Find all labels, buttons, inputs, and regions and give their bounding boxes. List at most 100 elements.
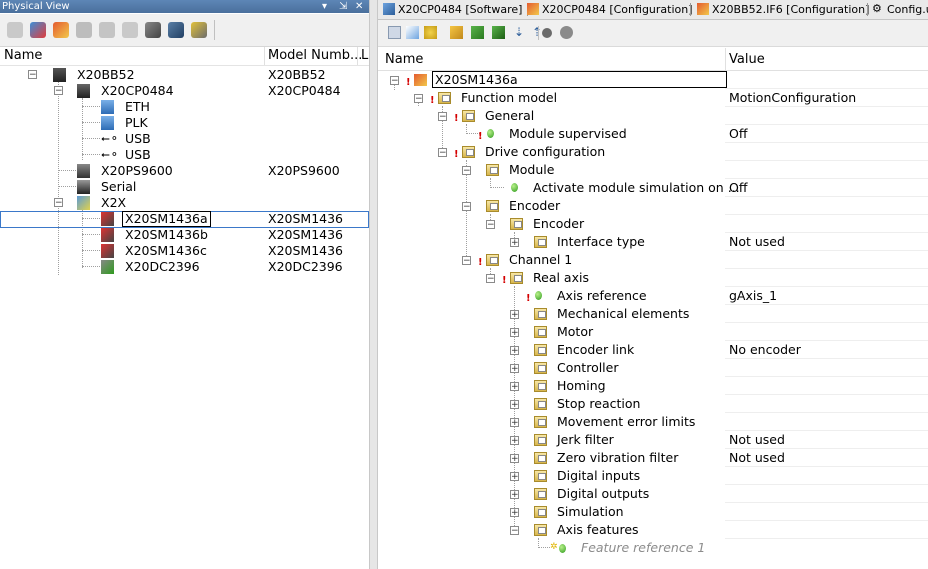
config-row-digital-outputs[interactable]: + Digital outputs: [378, 485, 928, 503]
collapse-icon[interactable]: −: [510, 526, 519, 536]
expand-icon[interactable]: +: [510, 328, 519, 338]
tree-item-x20ps9600[interactable]: X20PS9600 X20PS9600: [0, 163, 369, 179]
open-configuration-icon[interactable]: [30, 22, 46, 38]
tools-icon[interactable]: [191, 22, 207, 38]
expand-icon[interactable]: +: [510, 364, 519, 374]
collapse-all-icon[interactable]: [471, 26, 484, 39]
config-row-value[interactable]: Off: [729, 125, 747, 143]
view-icon[interactable]: [388, 26, 401, 39]
tree-item-x20bb52[interactable]: − X20BB52 X20BB52: [0, 67, 369, 83]
config-row-module[interactable]: − Module: [378, 161, 928, 179]
expand-icon[interactable]: +: [510, 490, 519, 500]
collapse-icon[interactable]: −: [462, 202, 471, 212]
config-row-zero-vibration-filter[interactable]: + Zero vibration filter Not used: [378, 449, 928, 467]
tab-cpu-configuration[interactable]: X20CP0484 [Configuration]: [524, 0, 693, 19]
tree-item-x20sm1436a[interactable]: X20SM1436a X20SM1436: [0, 211, 369, 228]
tab-bb52-configuration[interactable]: X20BB52.IF6 [Configuration]: [694, 0, 869, 19]
config-row-value[interactable]: Off: [729, 179, 747, 197]
config-row-channel-1[interactable]: − ! Channel 1: [378, 251, 928, 269]
toggle-icon[interactable]: [492, 26, 505, 39]
expand-icon[interactable]: +: [510, 508, 519, 518]
tree-item-x2x[interactable]: − X2X: [0, 195, 369, 211]
column-header-l[interactable]: L: [361, 48, 368, 63]
tab-cpu-software[interactable]: X20CP0484 [Software]: [380, 0, 522, 19]
config-row-feature-reference-1[interactable]: ✲ Feature reference 1: [378, 539, 928, 557]
tree-item-x20cp0484[interactable]: − X20CP0484 X20CP0484: [0, 83, 369, 99]
highlight-icon[interactable]: [424, 26, 437, 39]
settings-icon[interactable]: [560, 26, 573, 39]
pane-splitter[interactable]: [369, 0, 378, 569]
config-row-motor[interactable]: + Motor: [378, 323, 928, 341]
stop-icon[interactable]: [542, 28, 552, 38]
tree-item-usb-1[interactable]: ⭠⚬ USB: [0, 131, 369, 147]
paste-icon[interactable]: [122, 22, 138, 38]
config-row-drive-configuration[interactable]: − ! Drive configuration: [378, 143, 928, 161]
config-row-simulation[interactable]: + Simulation: [378, 503, 928, 521]
config-row-value[interactable]: MotionConfiguration: [729, 89, 856, 107]
pane-menu-icon[interactable]: ▾: [322, 0, 327, 13]
properties-icon[interactable]: [7, 22, 23, 38]
config-row-jerk-filter[interactable]: + Jerk filter Not used: [378, 431, 928, 449]
expand-icon[interactable]: +: [510, 310, 519, 320]
config-row-general[interactable]: − ! General: [378, 107, 928, 125]
config-row-axis-features[interactable]: − Axis features: [378, 521, 928, 539]
expand-icon[interactable]: +: [510, 400, 519, 410]
config-row-encoder-sub[interactable]: − Encoder: [378, 215, 928, 233]
config-row-module-supervised[interactable]: ! Module supervised Off: [378, 125, 928, 143]
collapse-icon[interactable]: −: [390, 76, 399, 86]
tree-item-x20dc2396[interactable]: X20DC2396 X20DC2396: [0, 259, 369, 275]
collapse-icon[interactable]: −: [462, 166, 471, 176]
tree-item-serial[interactable]: Serial: [0, 179, 369, 195]
expand-icon[interactable]: +: [510, 238, 519, 248]
config-row-value[interactable]: Not used: [729, 449, 785, 467]
expand-icon[interactable]: +: [510, 436, 519, 446]
config-row-encoder[interactable]: − Encoder: [378, 197, 928, 215]
collapse-icon[interactable]: −: [54, 198, 63, 208]
copy-icon[interactable]: [99, 22, 115, 38]
config-row-activate-module-simulation[interactable]: Activate module simulation on ... Off: [378, 179, 928, 197]
tree-item-eth[interactable]: ETH: [0, 99, 369, 115]
tab-config[interactable]: ⚙ Config.u: [869, 0, 928, 19]
column-header-name[interactable]: Name: [4, 48, 42, 63]
collapse-icon[interactable]: −: [438, 148, 447, 158]
tree-item-plk[interactable]: PLK: [0, 115, 369, 131]
collapse-icon[interactable]: −: [486, 274, 495, 284]
config-row-function-model[interactable]: − ! Function model MotionConfiguration: [378, 89, 928, 107]
config-row-axis-reference[interactable]: ! Axis reference gAxis_1: [378, 287, 928, 305]
config-row-movement-error-limits[interactable]: + Movement error limits: [378, 413, 928, 431]
new-icon[interactable]: [406, 26, 419, 39]
config-row-value[interactable]: Not used: [729, 233, 785, 251]
config-row-stop-reaction[interactable]: + Stop reaction: [378, 395, 928, 413]
collapse-icon[interactable]: −: [28, 70, 37, 80]
expand-icon[interactable]: [450, 26, 463, 39]
config-row-controller[interactable]: + Controller: [378, 359, 928, 377]
cut-icon[interactable]: [76, 22, 92, 38]
tree-item-x20sm1436b[interactable]: X20SM1436b X20SM1436: [0, 227, 369, 243]
collapse-icon[interactable]: −: [414, 94, 423, 104]
pane-close-icon[interactable]: ✕: [355, 0, 363, 13]
config-row-real-axis[interactable]: − ! Real axis: [378, 269, 928, 287]
column-header-name[interactable]: Name: [385, 52, 423, 67]
config-row-mechanical-elements[interactable]: + Mechanical elements: [378, 305, 928, 323]
expand-icon[interactable]: +: [510, 418, 519, 428]
column-header-model-number[interactable]: Model Numb...: [268, 48, 362, 63]
collapse-icon[interactable]: −: [462, 256, 471, 266]
expand-icon[interactable]: +: [510, 382, 519, 392]
config-row-digital-inputs[interactable]: + Digital inputs: [378, 467, 928, 485]
collapse-icon[interactable]: −: [54, 86, 63, 96]
sort-descending-icon[interactable]: ⇣: [514, 26, 527, 39]
config-row-x20sm1436a[interactable]: − ! X20SM1436a: [378, 71, 928, 89]
config-row-value[interactable]: gAxis_1: [729, 287, 777, 305]
collapse-icon[interactable]: −: [486, 220, 495, 230]
expand-icon[interactable]: +: [510, 346, 519, 356]
config-row-value[interactable]: No encoder: [729, 341, 801, 359]
column-header-value[interactable]: Value: [729, 52, 765, 67]
add-module-icon[interactable]: [53, 22, 69, 38]
tree-item-x20sm1436c[interactable]: X20SM1436c X20SM1436: [0, 243, 369, 259]
search-icon[interactable]: [145, 22, 161, 38]
config-row-value[interactable]: Not used: [729, 431, 785, 449]
config-row-interface-type[interactable]: + Interface type Not used: [378, 233, 928, 251]
config-row-encoder-link[interactable]: + Encoder link No encoder: [378, 341, 928, 359]
pane-pin-icon[interactable]: ⇲: [339, 0, 347, 13]
config-row-homing[interactable]: + Homing: [378, 377, 928, 395]
